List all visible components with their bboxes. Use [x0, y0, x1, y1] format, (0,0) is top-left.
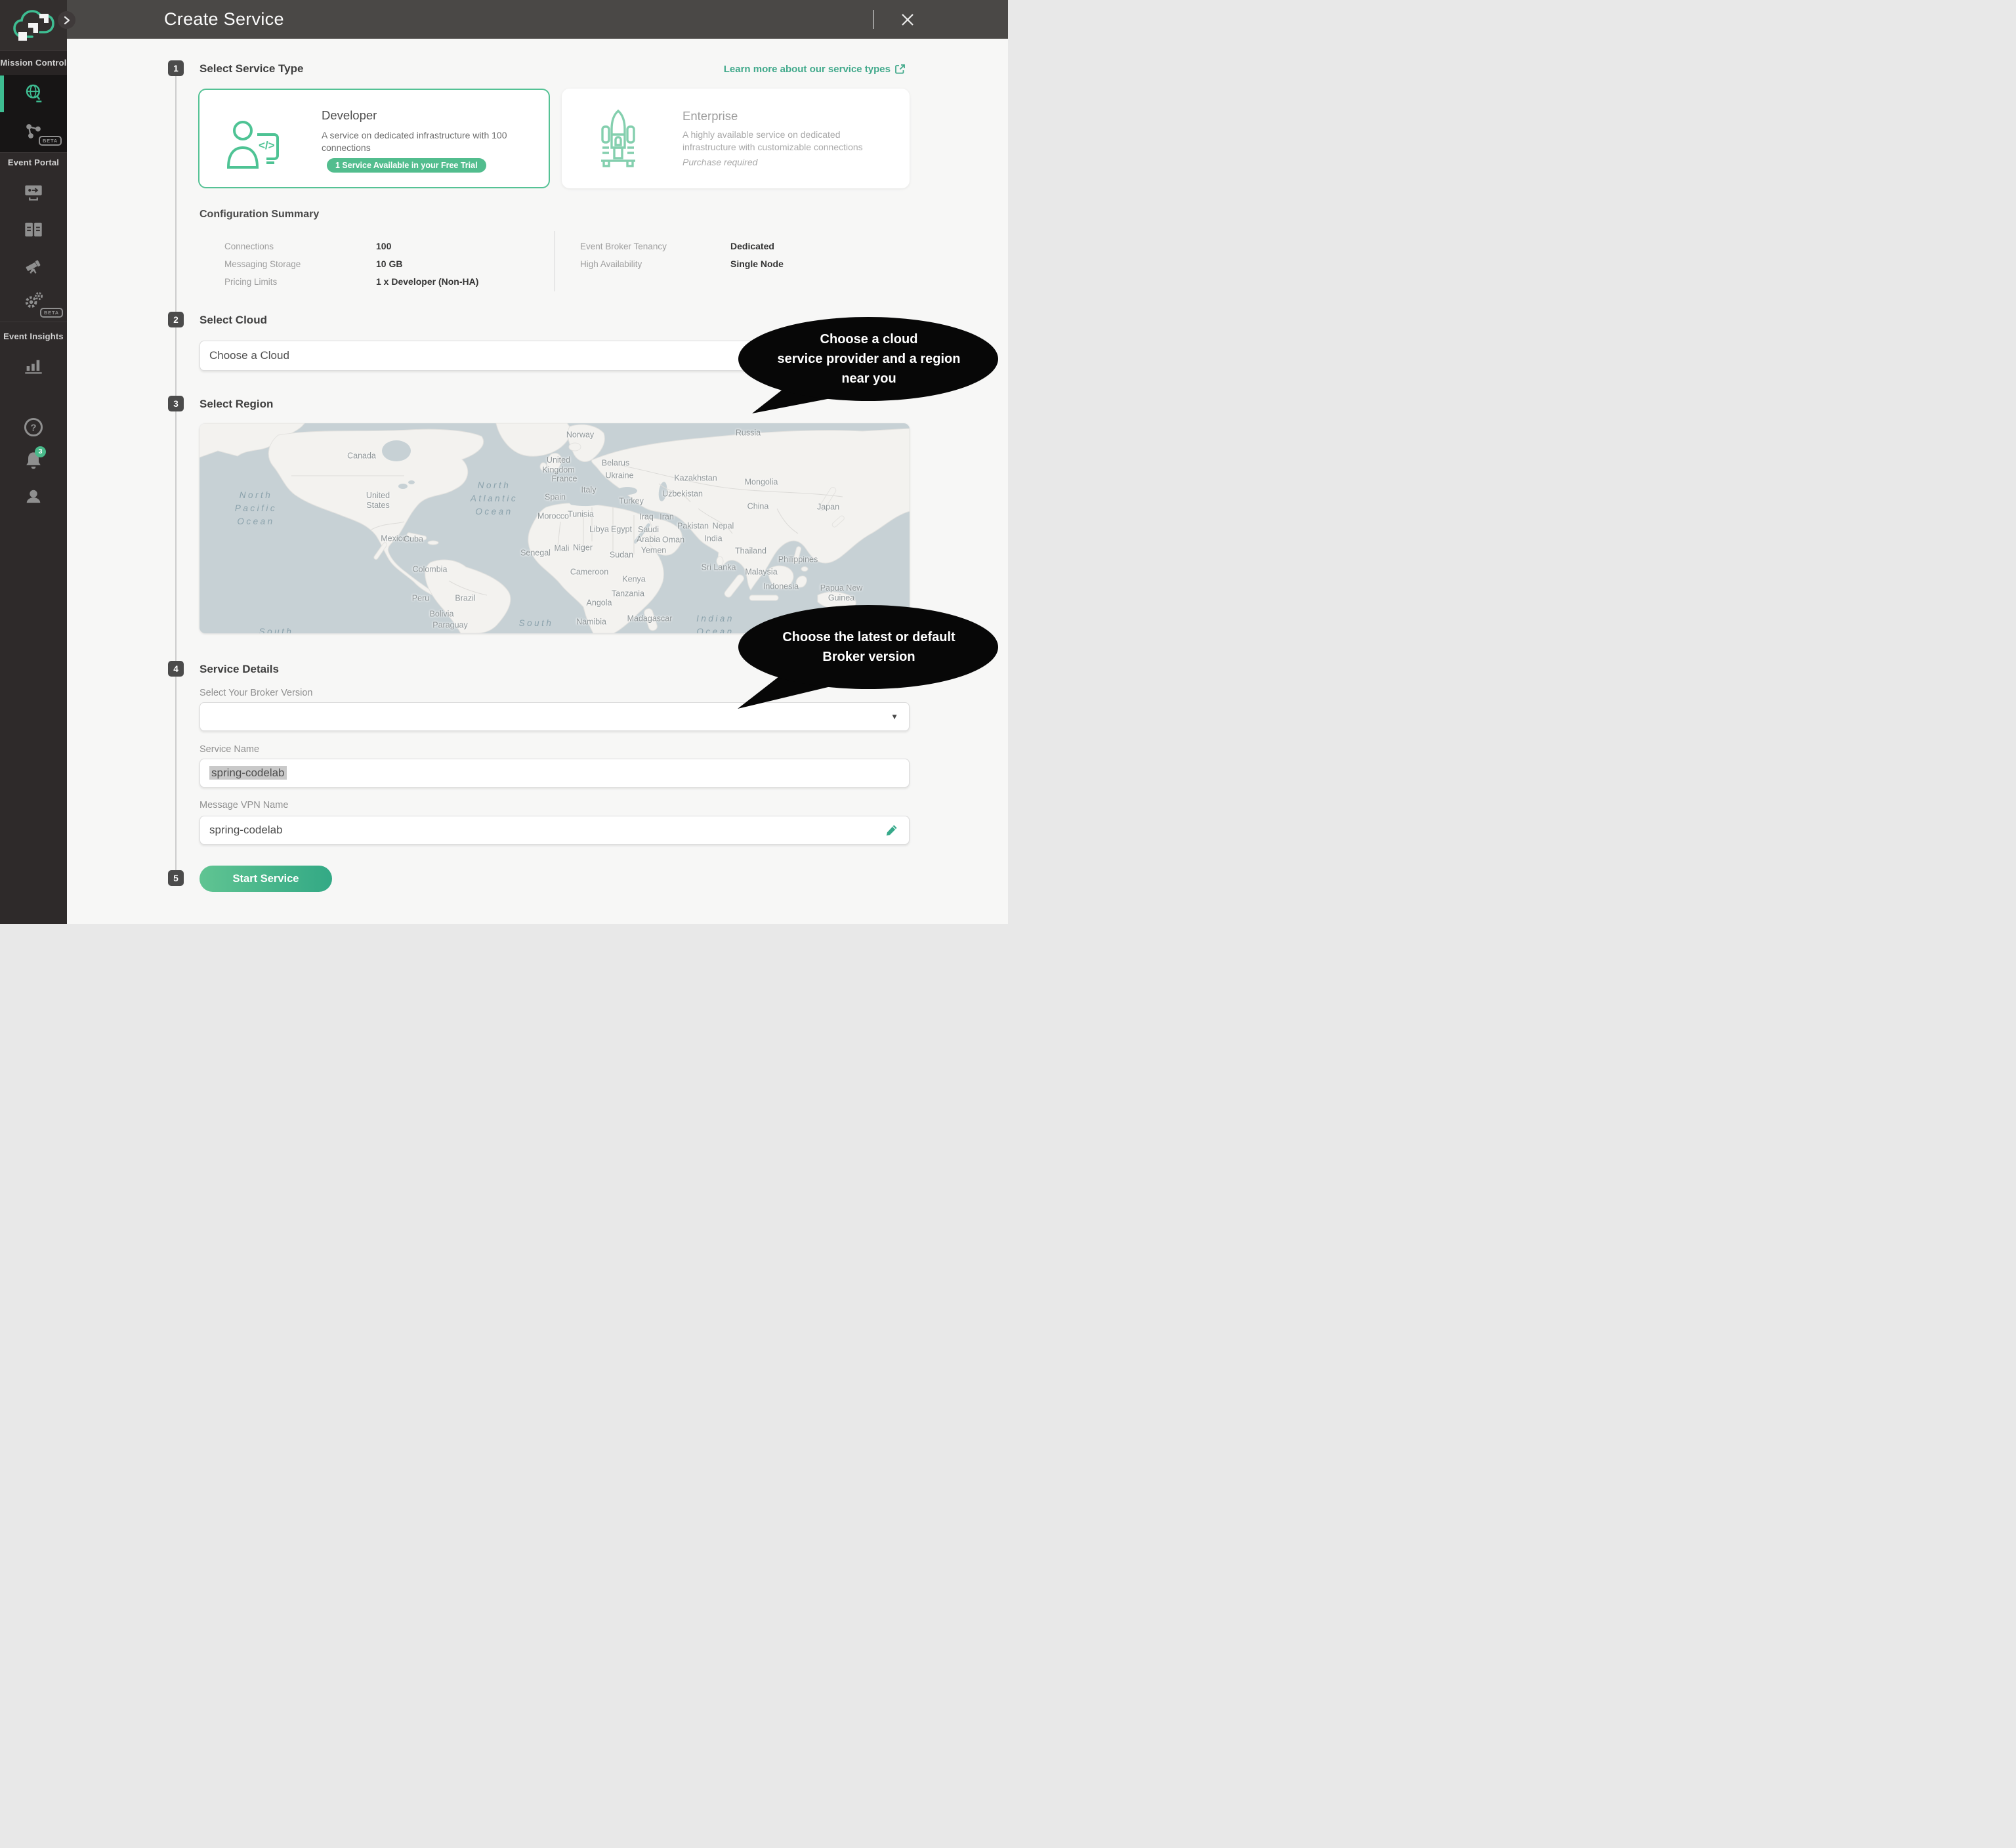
card-title: Developer [322, 108, 377, 123]
bar-chart-icon [24, 357, 43, 375]
rocket-icon [598, 108, 638, 169]
developer-icon: </> [226, 114, 294, 170]
card-title: Enterprise [682, 109, 738, 123]
service-name-label: Service Name [200, 744, 259, 755]
card-description: A service on dedicated infrastructure wi… [322, 129, 532, 154]
summary-label: Connections [224, 242, 274, 251]
create-service-page: Mission Control BETA Event [0, 0, 1008, 924]
service-name-value: spring-codelab [209, 766, 287, 780]
app-logo[interactable] [0, 0, 67, 51]
summary-label: Messaging Storage [224, 259, 301, 269]
free-trial-badge: 1 Service Available in your Free Trial [327, 158, 486, 173]
telescope-icon [24, 257, 43, 276]
summary-value: 100 [376, 241, 391, 251]
bubble-line: Broker version [751, 647, 987, 667]
sidebar-item-discovery[interactable] [0, 248, 67, 285]
designer-icon [24, 184, 43, 202]
user-profile-button[interactable] [0, 480, 67, 514]
external-link-icon [894, 64, 906, 75]
vpn-name-label: Message VPN Name [200, 800, 288, 810]
service-type-card-enterprise[interactable]: Enterprise A highly available service on… [562, 89, 910, 188]
summary-value: Single Node [730, 259, 784, 269]
close-button[interactable] [898, 10, 917, 30]
sidebar-item-insights[interactable] [0, 348, 67, 385]
config-summary-title: Configuration Summary [200, 209, 319, 220]
cloud-select-dropdown[interactable]: Choose a Cloud [200, 341, 910, 371]
step-connector [175, 76, 177, 874]
notification-count-badge: 3 [35, 446, 46, 457]
sidebar-item-catalog[interactable] [0, 211, 67, 248]
notifications-button[interactable]: 3 [0, 445, 67, 479]
user-icon [23, 486, 44, 507]
step-1-badge: 1 [168, 60, 184, 76]
close-icon [900, 12, 915, 28]
page-title: Create Service [164, 9, 284, 30]
learn-more-link[interactable]: Learn more about our service types [724, 64, 906, 75]
step-2-title: Select Cloud [200, 314, 267, 327]
card-description: A highly available service on dedicated … [682, 129, 892, 154]
solace-cloud-logo-icon [12, 8, 54, 45]
broker-version-label: Select Your Broker Version [200, 688, 313, 698]
sidebar-item-cluster-manager[interactable] [0, 75, 67, 112]
step-3-title: Select Region [200, 398, 273, 411]
caret-down-icon: ▼ [891, 712, 898, 721]
step-2-badge: 2 [168, 312, 184, 327]
gears-icon [23, 291, 44, 310]
vpn-name-input[interactable]: spring-codelab [200, 816, 910, 845]
edit-pencil-icon[interactable] [885, 824, 898, 837]
step-5-badge: 5 [168, 870, 184, 886]
section-label: Mission Control [0, 51, 67, 75]
sidebar-item-designer[interactable] [0, 175, 67, 211]
region-map[interactable]: CanadaUnited StatesMexicoCubaColombiaPer… [200, 423, 910, 633]
sidebar-item-event-management[interactable]: BETA [0, 282, 67, 319]
sidebar-item-mesh-manager[interactable]: BETA [0, 113, 67, 150]
catalog-icon [24, 221, 43, 238]
step-4-badge: 4 [168, 661, 184, 677]
beta-badge: BETA [39, 136, 62, 146]
header-divider [873, 10, 874, 29]
section-label: Event Portal [0, 158, 67, 167]
modal-header: Create Service [67, 0, 1008, 39]
purchase-note: Purchase required [682, 157, 757, 167]
chevron-right-icon [63, 16, 71, 25]
service-type-card-developer[interactable]: </> Developer A service on dedicated inf… [198, 89, 550, 188]
bubble-line: near you [751, 369, 987, 388]
broker-version-dropdown[interactable]: ▼ [200, 702, 910, 731]
vpn-name-value: spring-codelab [209, 824, 283, 837]
world-map-graphic [200, 423, 910, 633]
summary-value: Dedicated [730, 241, 774, 251]
svg-text:</>: </> [259, 139, 275, 152]
help-icon: ? [23, 417, 44, 438]
globe-icon [24, 83, 43, 104]
summary-label: High Availability [580, 259, 642, 269]
selected-indicator [0, 75, 4, 112]
summary-label: Pricing Limits [224, 277, 277, 287]
summary-value: 1 x Developer (Non-HA) [376, 276, 478, 287]
step-4-title: Service Details [200, 663, 279, 676]
sidebar-collapse-button[interactable] [58, 11, 75, 29]
cloud-select-value: Choose a Cloud [209, 349, 289, 362]
beta-badge: BETA [40, 308, 63, 318]
section-label: Event Insights [0, 331, 67, 341]
help-button[interactable]: ? [0, 410, 67, 444]
sidebar: Mission Control BETA Event [0, 0, 67, 924]
step-1-title: Select Service Type [200, 62, 303, 75]
svg-text:?: ? [30, 423, 36, 434]
step-3-badge: 3 [168, 396, 184, 411]
service-name-input[interactable]: spring-codelab [200, 759, 910, 788]
start-service-button[interactable]: Start Service [200, 866, 332, 892]
summary-value: 10 GB [376, 259, 402, 269]
sidebar-section-mission-control: Mission Control [0, 51, 67, 75]
summary-label: Event Broker Tenancy [580, 242, 667, 251]
